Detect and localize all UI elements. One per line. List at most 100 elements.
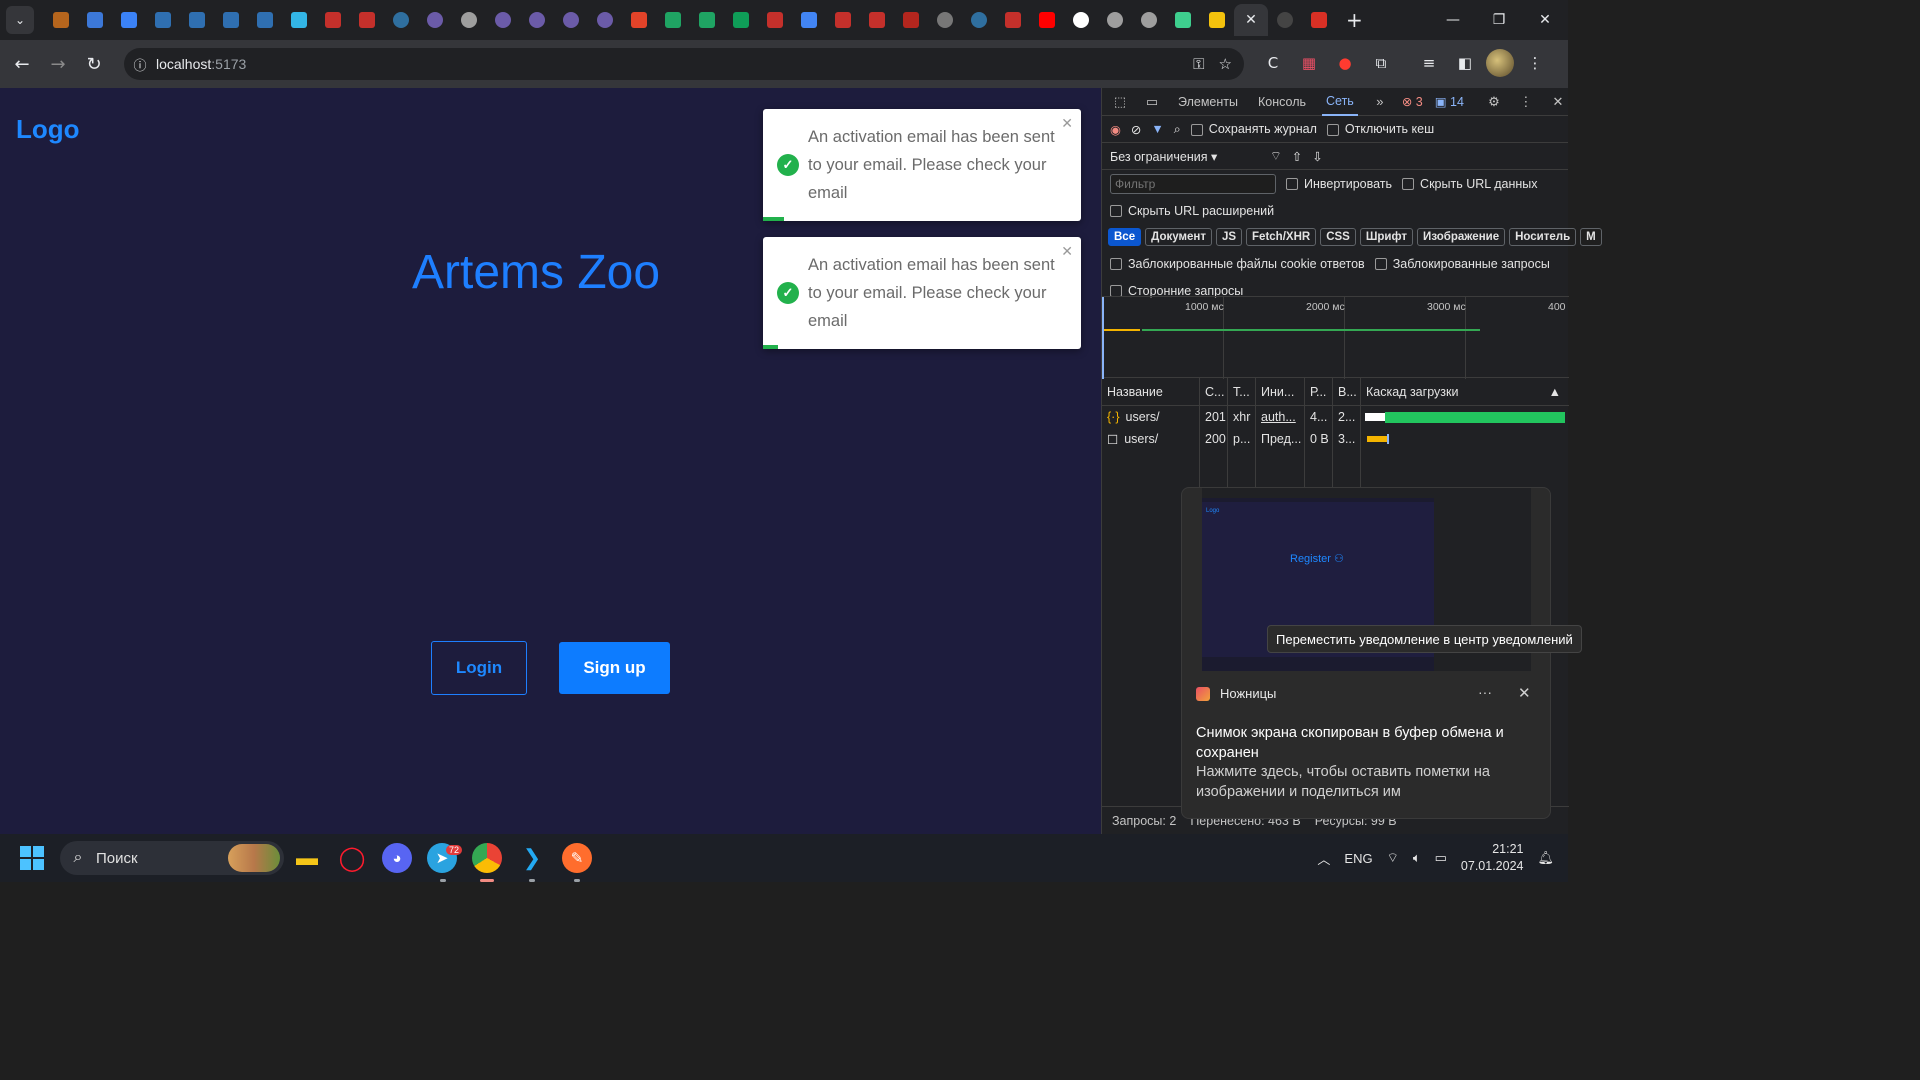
avatar[interactable] xyxy=(1486,49,1514,77)
tab[interactable] xyxy=(384,4,418,36)
col-waterfall[interactable]: Каскад загрузки ▲ xyxy=(1361,378,1569,405)
chip-font[interactable]: Шрифт xyxy=(1359,228,1414,246)
tab[interactable] xyxy=(418,4,452,36)
toast-close-icon[interactable]: ✕ xyxy=(1061,243,1073,260)
devtools-close-icon[interactable]: ✕ xyxy=(1548,94,1568,110)
throttling-select[interactable]: Без ограничения ▾ xyxy=(1110,149,1260,164)
tab[interactable] xyxy=(78,4,112,36)
notification-more-icon[interactable]: ··· xyxy=(1478,684,1492,700)
tab-github[interactable] xyxy=(1268,4,1302,36)
tab-drive[interactable] xyxy=(690,4,724,36)
new-tab-button[interactable]: + xyxy=(1346,8,1363,32)
filter-icon[interactable]: ▼ xyxy=(1151,122,1163,136)
settings-gear-icon[interactable]: ⚙ xyxy=(1484,94,1504,110)
chip-media[interactable]: Носитель xyxy=(1509,228,1577,246)
tab[interactable] xyxy=(282,4,316,36)
more-tabs-icon[interactable]: » xyxy=(1370,94,1390,109)
table-row[interactable]: ☐ users/ 200 p... Пред... 0 B 3... xyxy=(1102,428,1569,450)
tab-network[interactable]: Сеть xyxy=(1322,88,1358,116)
tab-youtube[interactable] xyxy=(996,4,1030,36)
file-explorer-icon[interactable]: ▬ xyxy=(292,843,322,873)
back-icon[interactable]: ← xyxy=(4,46,40,82)
tab-docs[interactable] xyxy=(792,4,826,36)
extension-icon[interactable]: ▦ xyxy=(1294,48,1324,78)
battery-icon[interactable]: ▭ xyxy=(1435,850,1447,866)
toast-close-icon[interactable]: ✕ xyxy=(1061,115,1073,132)
tab[interactable] xyxy=(112,4,146,36)
message-counter[interactable]: ▣ 14 xyxy=(1435,94,1464,109)
extension-icon[interactable]: C xyxy=(1258,48,1288,78)
col-initiator[interactable]: Ини... xyxy=(1256,378,1305,405)
tab-youtube[interactable] xyxy=(1030,4,1064,36)
chip-image[interactable]: Изображение xyxy=(1417,228,1506,246)
tab[interactable] xyxy=(486,4,520,36)
blocked-cookies-checkbox[interactable]: Заблокированные файлы cookie ответов xyxy=(1110,257,1365,271)
devtools-menu-icon[interactable]: ⋮ xyxy=(1516,94,1536,110)
side-panel-icon[interactable]: ◧ xyxy=(1450,48,1480,78)
signup-button[interactable]: Sign up xyxy=(559,642,670,694)
chip-document[interactable]: Документ xyxy=(1145,228,1212,246)
col-name[interactable]: Название xyxy=(1102,378,1200,405)
invert-checkbox[interactable]: Инвертировать xyxy=(1286,177,1392,191)
hide-data-urls-checkbox[interactable]: Скрыть URL данных xyxy=(1402,177,1538,191)
opera-icon[interactable]: ◯ xyxy=(337,843,367,873)
tab-elements[interactable]: Элементы xyxy=(1174,88,1242,116)
record-icon[interactable]: ◉ xyxy=(1110,122,1121,137)
inspect-element-icon[interactable]: ⬚ xyxy=(1110,94,1130,110)
search-icon[interactable]: ⌕ xyxy=(1174,122,1181,137)
tab[interactable] xyxy=(1098,4,1132,36)
tab-console[interactable]: Консоль xyxy=(1254,88,1310,116)
tab-drive[interactable] xyxy=(656,4,690,36)
windows-start-icon[interactable] xyxy=(20,846,44,870)
volume-icon[interactable]: 🔈︎ xyxy=(1413,850,1421,866)
input-language[interactable]: ENG xyxy=(1344,851,1372,866)
key-icon[interactable]: ⚿ xyxy=(1193,55,1204,73)
export-icon[interactable]: ⇩ xyxy=(1312,149,1322,164)
disable-cache-checkbox[interactable]: Отключить кеш xyxy=(1326,122,1434,136)
restore-icon[interactable]: ❐ xyxy=(1476,0,1522,40)
tab[interactable] xyxy=(928,4,962,36)
tab[interactable] xyxy=(520,4,554,36)
device-toolbar-icon[interactable]: ▭ xyxy=(1142,94,1162,110)
tab[interactable] xyxy=(1166,4,1200,36)
chip-js[interactable]: JS xyxy=(1215,228,1243,246)
tab[interactable] xyxy=(588,4,622,36)
tab[interactable] xyxy=(962,4,996,36)
chip-fetch-xhr[interactable]: Fetch/XHR xyxy=(1246,228,1317,246)
postman-icon[interactable]: ✎ xyxy=(562,843,592,873)
chip-more[interactable]: М xyxy=(1580,228,1602,246)
tab[interactable] xyxy=(44,4,78,36)
tab[interactable] xyxy=(452,4,486,36)
extension-icon[interactable]: ● xyxy=(1330,48,1360,78)
taskbar-search[interactable]: ⌕ Поиск xyxy=(60,841,284,875)
address-bar[interactable]: ⓘ localhost:5173 ⚿ ☆ xyxy=(124,48,1244,80)
tab[interactable] xyxy=(894,4,928,36)
chip-css[interactable]: CSS xyxy=(1320,228,1356,246)
tab-youtube[interactable] xyxy=(826,4,860,36)
tab-vk[interactable] xyxy=(180,4,214,36)
hide-extension-urls-checkbox[interactable]: Скрыть URL расширений xyxy=(1110,204,1274,218)
clear-icon[interactable]: ⊘ xyxy=(1131,122,1141,137)
tab-vk[interactable] xyxy=(248,4,282,36)
active-tab-close-button[interactable]: ✕ xyxy=(1234,4,1268,36)
wifi-icon[interactable]: ⌔ xyxy=(1270,148,1282,164)
minimize-icon[interactable]: — xyxy=(1430,0,1476,40)
bookmark-star-icon[interactable]: ☆ xyxy=(1219,55,1232,73)
wifi-icon[interactable]: ⌔ xyxy=(1387,850,1399,866)
vscode-icon[interactable]: ❯ xyxy=(517,843,547,873)
tab-gitlab[interactable] xyxy=(622,4,656,36)
tab[interactable] xyxy=(1302,4,1336,36)
tab-search-button[interactable]: ⌄ xyxy=(6,6,34,34)
error-counter[interactable]: ⊗ 3 xyxy=(1402,94,1423,109)
chrome-icon[interactable] xyxy=(472,843,502,873)
notification-close-icon[interactable]: ✕ xyxy=(1518,684,1531,702)
site-logo[interactable]: Logo xyxy=(16,114,80,145)
tab-github[interactable] xyxy=(1064,4,1098,36)
chip-all[interactable]: Все xyxy=(1108,228,1142,246)
filter-input[interactable] xyxy=(1110,173,1276,194)
discord-icon[interactable]: ◕ xyxy=(382,843,412,873)
snipping-notification[interactable]: Logo Register ⚇ Ножницы ··· ✕ Снимок экр… xyxy=(1181,487,1551,819)
tab-youtube[interactable] xyxy=(758,4,792,36)
puzzle-icon[interactable]: ⧉ xyxy=(1366,48,1396,78)
tab-vk[interactable] xyxy=(146,4,180,36)
